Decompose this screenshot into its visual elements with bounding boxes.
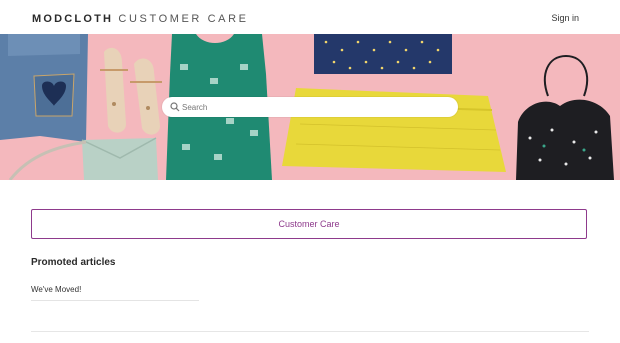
section-divider — [31, 331, 589, 332]
category-label: Customer Care — [278, 219, 340, 229]
site-header: MODCLOTH CUSTOMER CARE Sign in — [0, 0, 620, 34]
promoted-article-link[interactable]: We've Moved! — [31, 285, 81, 294]
category-customer-care[interactable]: Customer Care — [31, 209, 587, 239]
search-bar[interactable] — [162, 97, 458, 117]
search-icon — [170, 102, 180, 112]
promoted-article-item: We've Moved! — [31, 279, 199, 301]
brand-secondary: CUSTOMER CARE — [118, 13, 249, 25]
promoted-articles-heading: Promoted articles — [31, 257, 116, 268]
brand-primary: MODCLOTH — [32, 13, 114, 25]
brand-logo[interactable]: MODCLOTH CUSTOMER CARE — [32, 12, 249, 26]
search-input[interactable] — [182, 99, 442, 115]
hero-banner — [0, 34, 620, 180]
sign-in-link[interactable]: Sign in — [551, 12, 579, 24]
